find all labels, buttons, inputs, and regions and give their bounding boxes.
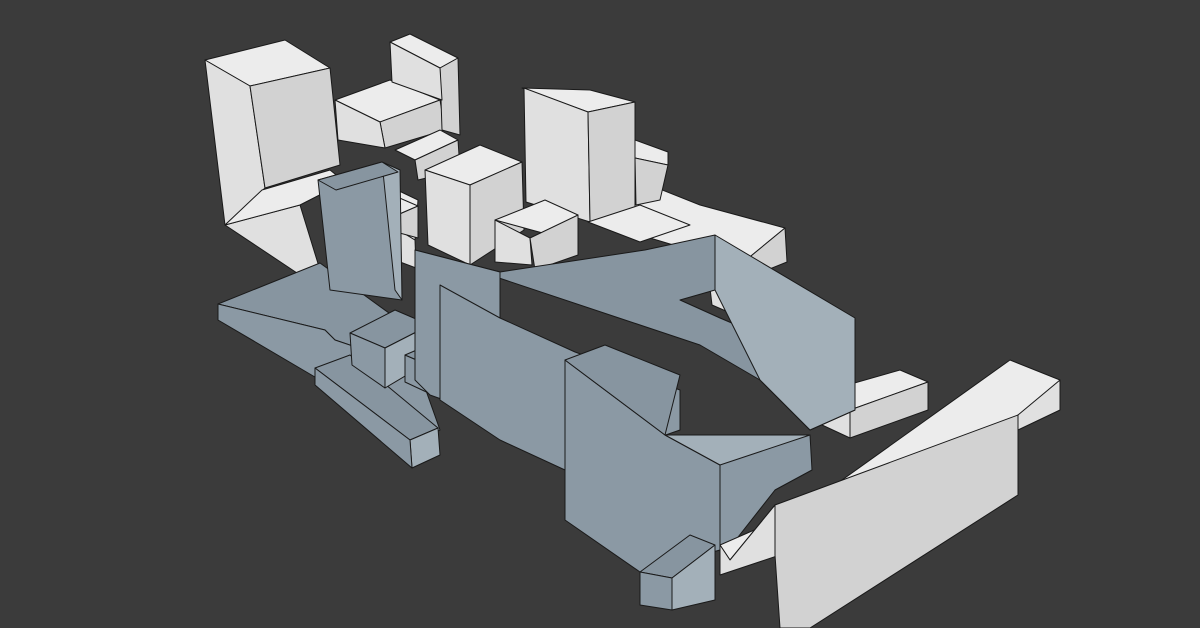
3d-viewport[interactable] — [0, 0, 1200, 628]
ctx-center-block-front — [424, 169, 471, 266]
ctx-north-tower-side — [439, 57, 461, 136]
massing-model — [204, 33, 1061, 628]
ctx-left-tower-side — [249, 67, 341, 189]
prop-main-east-side — [714, 234, 856, 431]
prop-foot-box-front — [639, 571, 673, 611]
ctx-center-tower-side — [587, 101, 636, 223]
